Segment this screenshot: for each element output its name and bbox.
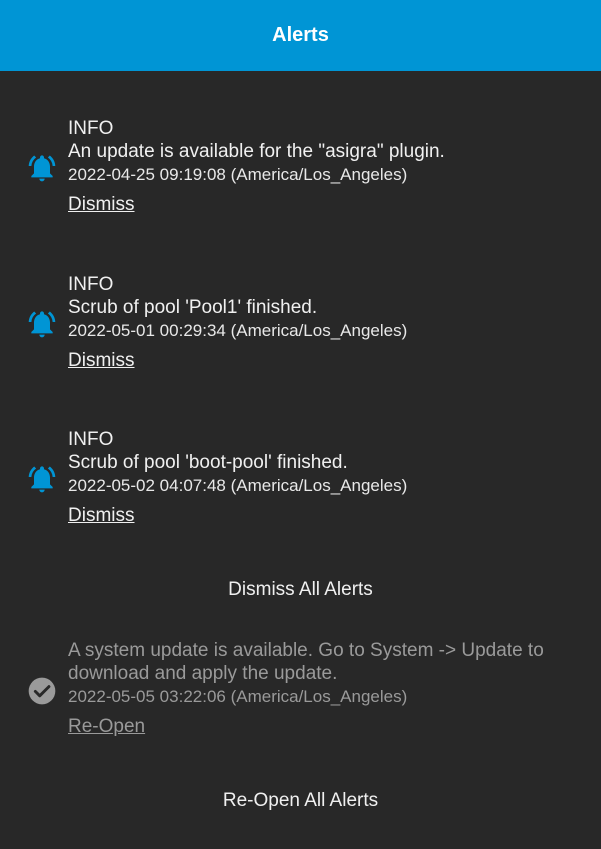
bell-icon bbox=[26, 308, 58, 340]
alert-timestamp: 2022-04-25 09:19:08 (America/Los_Angeles… bbox=[68, 165, 408, 184]
check-circle-icon bbox=[26, 675, 58, 707]
alert-message: Scrub of pool 'Pool1' finished. bbox=[68, 297, 318, 318]
alert-message: An update is available for the "asigra" … bbox=[68, 141, 445, 162]
bell-icon bbox=[26, 152, 58, 184]
dismiss-button[interactable]: Dismiss bbox=[68, 193, 135, 216]
alerts-title: Alerts bbox=[272, 24, 329, 46]
dismiss-button[interactable]: Dismiss bbox=[68, 349, 135, 372]
alerts-header: Alerts bbox=[0, 0, 601, 71]
dismiss-button[interactable]: Dismiss bbox=[68, 504, 135, 527]
alert-level: INFO bbox=[68, 118, 114, 139]
alert-timestamp: 2022-05-05 03:22:06 (America/Los_Angeles… bbox=[68, 687, 408, 706]
alert-timestamp: 2022-05-02 04:07:48 (America/Los_Angeles… bbox=[68, 476, 408, 495]
dismiss-all-button[interactable]: Dismiss All Alerts bbox=[0, 578, 601, 602]
alert-timestamp: 2022-05-01 00:29:34 (America/Los_Angeles… bbox=[68, 321, 408, 340]
reopen-button[interactable]: Re-Open bbox=[68, 715, 145, 738]
alert-level: INFO bbox=[68, 274, 114, 295]
alert-message: A system update is available. Go to Syst… bbox=[68, 640, 544, 684]
alert-level: INFO bbox=[68, 429, 114, 450]
alert-message: Scrub of pool 'boot-pool' finished. bbox=[68, 452, 348, 473]
bell-icon bbox=[26, 463, 58, 495]
reopen-all-button[interactable]: Re-Open All Alerts bbox=[0, 789, 601, 813]
alerts-panel: Alerts INFO An update is available for t… bbox=[0, 0, 601, 849]
